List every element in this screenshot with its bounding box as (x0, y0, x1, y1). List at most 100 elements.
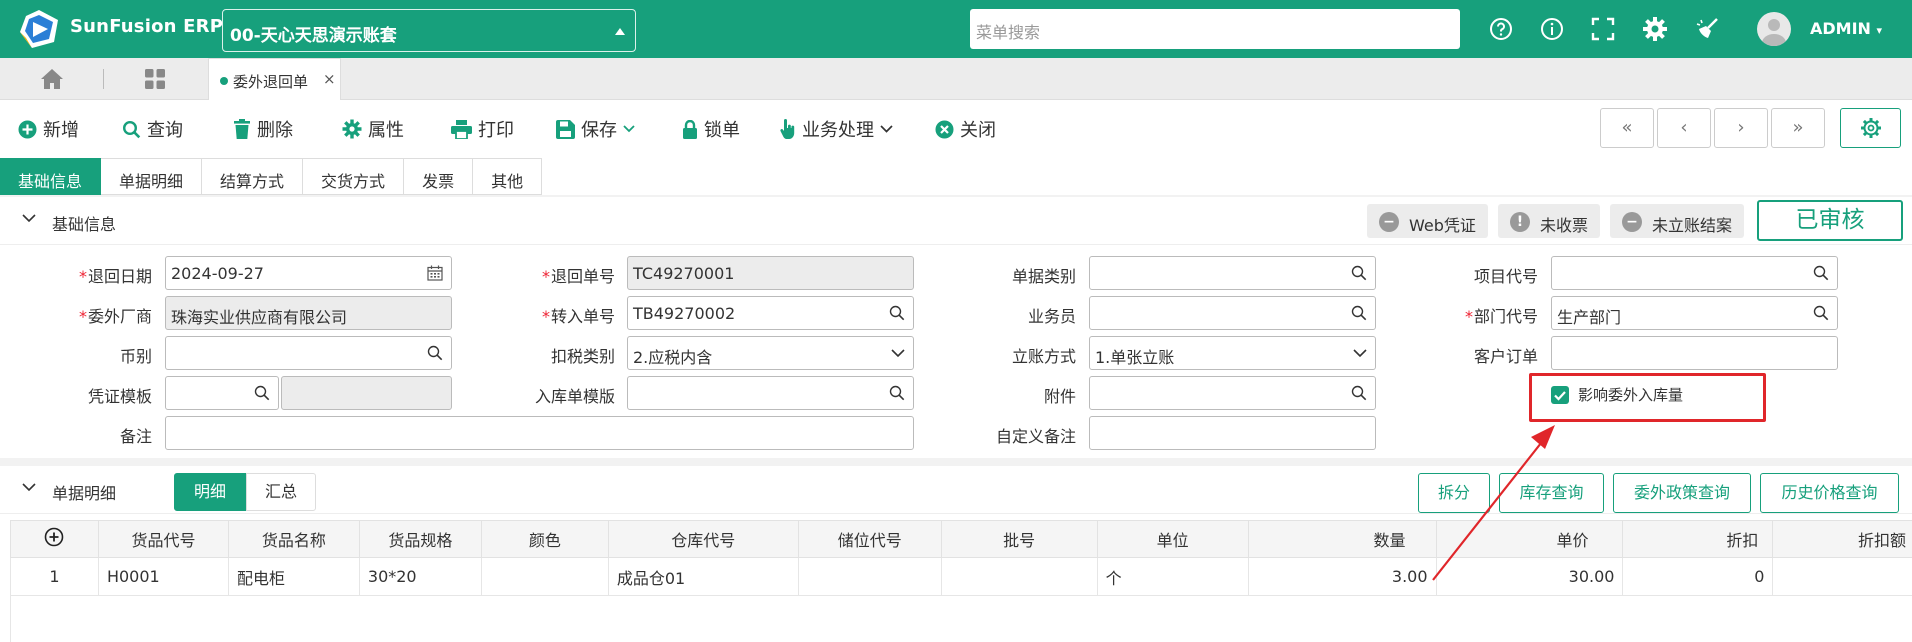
tab-invoice[interactable]: 发票 (404, 158, 474, 195)
split-button[interactable]: 拆分 (1418, 473, 1490, 513)
last-record-button[interactable]: » (1771, 108, 1825, 148)
col-unit[interactable]: 单位 (1096, 520, 1249, 558)
cell-discount[interactable]: 0 (1622, 557, 1774, 596)
close-button[interactable]: 关闭 (935, 117, 996, 141)
delete-button[interactable]: 删除 (233, 117, 293, 141)
prev-record-button[interactable]: ‹ (1657, 108, 1711, 148)
add-row-header[interactable] (10, 520, 99, 558)
currency-field[interactable] (165, 336, 452, 370)
section-gap (0, 458, 1912, 466)
price-history-button[interactable]: 历史价格查询 (1760, 473, 1899, 513)
customer-order-field[interactable] (1551, 336, 1838, 370)
new-button[interactable]: 新增 (18, 117, 79, 141)
menu-search-input[interactable]: 菜单搜索 (970, 9, 1460, 49)
help-icon[interactable] (1488, 16, 1514, 42)
lock-button[interactable]: 锁单 (682, 117, 740, 141)
tab-settlement[interactable]: 结算方式 (202, 158, 304, 195)
account-selector[interactable]: 00-天心天思演示账套 (222, 9, 636, 52)
transfer-no-field[interactable]: TB49270002 (627, 296, 914, 330)
user-name: ADMIN (1810, 19, 1871, 38)
custom-remark-field[interactable] (1089, 416, 1376, 450)
search-icon (889, 305, 905, 321)
customer-order-label: 客户订单 (1473, 347, 1538, 366)
close-tab-icon[interactable]: × (323, 70, 336, 88)
col-goods-spec[interactable]: 货品规格 (358, 520, 482, 558)
first-record-button[interactable]: « (1600, 108, 1654, 148)
tab-return-order[interactable]: 委外退回单 × (208, 58, 341, 100)
query-label: 查询 (147, 120, 183, 141)
cell-goods-code[interactable]: H0001 (97, 557, 229, 596)
cell-color[interactable] (480, 557, 609, 596)
col-goods-code[interactable]: 货品代号 (97, 520, 229, 558)
lock-label: 锁单 (704, 120, 740, 141)
salesman-label: 业务员 (1027, 307, 1076, 326)
return-date-field[interactable]: 2024-09-27 (165, 256, 452, 290)
dept-code-field[interactable]: 生产部门 (1551, 296, 1838, 330)
cell-location[interactable] (797, 557, 942, 596)
doc-type-field[interactable] (1089, 256, 1376, 290)
project-code-field[interactable] (1551, 256, 1838, 290)
voucher-template-field[interactable] (165, 376, 279, 410)
gear-icon[interactable] (1642, 16, 1668, 42)
cell-lot[interactable] (940, 557, 1098, 596)
floppy-disk-icon (556, 119, 575, 139)
tab-other[interactable]: 其他 (473, 158, 543, 195)
supplier-field[interactable]: 珠海实业供应商有限公司 (165, 296, 452, 330)
salesman-field[interactable] (1089, 296, 1376, 330)
table-row[interactable]: 1 H0001 配电柜 30*20 成品仓01 个 3.00 30.00 0 (10, 557, 1912, 596)
view-detail-toggle[interactable]: 明细 (174, 473, 246, 511)
tab-delivery[interactable]: 交货方式 (303, 158, 405, 195)
chevron-down-icon (891, 349, 905, 358)
project-code-label: 项目代号 (1473, 267, 1538, 286)
save-button[interactable]: 保存 (556, 117, 635, 141)
attachment-field[interactable] (1089, 376, 1376, 410)
cell-goods-spec[interactable]: 30*20 (358, 557, 482, 596)
info-icon[interactable] (1539, 16, 1565, 42)
plus-circle-icon[interactable] (44, 527, 64, 547)
col-warehouse[interactable]: 仓库代号 (607, 520, 799, 558)
print-button[interactable]: 打印 (451, 117, 514, 141)
inbound-template-label: 入库单模版 (534, 387, 615, 406)
col-color[interactable]: 颜色 (480, 520, 609, 558)
web-voucher-badge: − Web凭证 (1367, 204, 1488, 238)
stock-query-button[interactable]: 库存查询 (1499, 473, 1604, 513)
cell-price[interactable]: 30.00 (1435, 557, 1624, 596)
col-price[interactable]: 单价 (1435, 520, 1624, 558)
fullscreen-icon[interactable] (1590, 16, 1616, 42)
query-button[interactable]: 查询 (122, 117, 183, 141)
col-discount-amount[interactable]: 折扣额 (1772, 520, 1912, 558)
grid-icon[interactable] (144, 68, 166, 90)
cell-index: 1 (10, 557, 99, 596)
inbound-template-field[interactable] (627, 376, 914, 410)
cell-warehouse[interactable]: 成品仓01 (607, 557, 799, 596)
cell-goods-name[interactable]: 配电柜 (227, 557, 360, 596)
tax-type-label: 扣税类别 (550, 347, 615, 366)
tab-detail[interactable]: 单据明细 (101, 158, 203, 195)
home-icon[interactable] (40, 68, 64, 90)
custom-remark-label: 自定义备注 (995, 427, 1076, 446)
col-goods-name[interactable]: 货品名称 (227, 520, 360, 558)
col-location[interactable]: 储位代号 (797, 520, 942, 558)
tab-basic-info[interactable]: 基础信息 (0, 158, 102, 195)
business-menu-button[interactable]: 业务处理 (780, 117, 893, 141)
avatar[interactable] (1757, 12, 1791, 46)
currency-label: 币别 (119, 347, 152, 366)
posting-select[interactable]: 1.单张立账 (1089, 336, 1376, 370)
web-voucher-label: Web凭证 (1409, 216, 1476, 235)
return-no-field[interactable]: TC49270001 (627, 256, 914, 290)
tax-type-select[interactable]: 2.应税内含 (627, 336, 914, 370)
view-summary-toggle[interactable]: 汇总 (246, 473, 316, 511)
cell-discount-amount[interactable] (1772, 557, 1912, 596)
user-menu[interactable]: ADMIN ▾ (1810, 19, 1882, 38)
cell-unit[interactable]: 个 (1096, 557, 1249, 596)
col-quantity[interactable]: 数量 (1247, 520, 1437, 558)
col-lot[interactable]: 批号 (940, 520, 1098, 558)
next-record-button[interactable]: › (1714, 108, 1768, 148)
cell-quantity[interactable]: 3.00 (1247, 557, 1437, 596)
remark-field[interactable] (165, 416, 914, 450)
properties-button[interactable]: 属性 (342, 117, 404, 141)
col-discount[interactable]: 折扣 (1622, 520, 1774, 558)
settings-button[interactable] (1840, 108, 1901, 148)
policy-query-button[interactable]: 委外政策查询 (1613, 473, 1751, 513)
broom-icon[interactable] (1695, 16, 1721, 42)
